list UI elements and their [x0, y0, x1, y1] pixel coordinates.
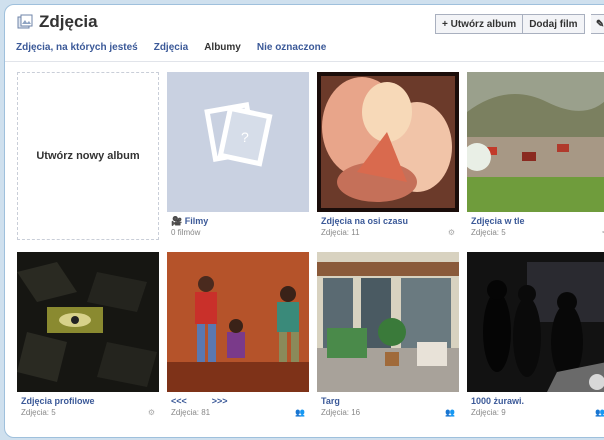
album-cover[interactable]: ?	[167, 72, 309, 212]
album-cover[interactable]	[167, 252, 309, 392]
album-cover[interactable]	[17, 252, 159, 392]
album-title[interactable]: Zdjęcia na osi czasu	[321, 216, 408, 226]
edit-icon[interactable]: ✎	[590, 14, 604, 34]
friends-icon: 👥	[595, 408, 604, 417]
album-cover[interactable]	[467, 72, 604, 212]
photos-header: Zdjęcia + Utwórz album Dodaj film ✎ Zdję…	[5, 5, 604, 65]
album-photo	[17, 262, 157, 387]
video-icon: 🎥	[171, 216, 185, 226]
album-title[interactable]: Zdjęcia profilowe	[21, 396, 95, 406]
album-tile-timeline[interactable]: Zdjęcia na osi czasu Zdjęcia: 11 ⚙	[317, 72, 459, 237]
add-video-button[interactable]: Dodaj film	[523, 14, 585, 34]
tab-untagged[interactable]: Nie oznaczone	[257, 42, 326, 53]
album-count: Zdjęcia: 5	[21, 408, 56, 417]
album-count: Zdjęcia: 81	[171, 408, 211, 417]
album-tile-profile[interactable]: Zdjęcia profilowe Zdjęcia: 5 ⚙	[17, 252, 159, 417]
tab-tagged[interactable]: Zdjęcia, na których jesteś	[16, 42, 138, 53]
privacy-icon: ◔	[600, 228, 604, 237]
album-title[interactable]: Zdjęcia w tle	[471, 216, 525, 226]
album-tile-market[interactable]: Targ Zdjęcia: 16 👥	[317, 252, 459, 417]
privacy-icon: ⚙	[147, 408, 155, 417]
svg-text:?: ?	[241, 129, 249, 145]
album-tile-arrows[interactable]: <<< >>> Zdjęcia: 81 👥	[167, 252, 309, 417]
album-tile-cranes[interactable]: 1000 żurawi. Zdjęcia: 9 👥	[467, 252, 604, 417]
album-photo	[317, 252, 459, 392]
album-cover[interactable]	[317, 72, 459, 212]
photos-panel: Zdjęcia + Utwórz album Dodaj film ✎ Zdję…	[4, 4, 604, 438]
friends-icon: 👥	[295, 408, 305, 417]
album-tile-cover[interactable]: Zdjęcia w tle Zdjęcia: 5 ◔	[467, 72, 604, 237]
create-album-label: Utwórz nowy album	[36, 150, 140, 162]
album-count: Zdjęcia: 11	[321, 228, 360, 237]
album-count: Zdjęcia: 16	[321, 408, 361, 417]
friends-icon: 👥	[445, 408, 455, 417]
privacy-icon: ⚙	[447, 228, 455, 237]
album-title[interactable]: 1000 żurawi.	[471, 396, 524, 406]
divider	[5, 61, 604, 62]
album-title[interactable]: <<< >>>	[171, 396, 228, 406]
album-grid: Utwórz nowy album ? 🎥 Filmy 0 filmów Zdj…	[17, 72, 604, 432]
album-title[interactable]: 🎥 Filmy	[171, 216, 208, 227]
album-cover[interactable]	[317, 252, 459, 392]
photos-icon	[17, 14, 33, 29]
tab-albums[interactable]: Albumy	[204, 42, 241, 53]
album-tile-videos[interactable]: ? 🎥 Filmy 0 filmów	[167, 72, 309, 237]
album-count: Zdjęcia: 5	[471, 228, 506, 237]
album-photo	[321, 76, 455, 208]
album-photo	[483, 262, 604, 392]
album-count: 0 filmów	[171, 228, 201, 237]
page-title: Zdjęcia	[39, 12, 98, 31]
album-photo	[467, 72, 604, 212]
photo-tabs: Zdjęcia, na których jesteś Zdjęcia Album…	[16, 42, 342, 53]
album-title[interactable]: Targ	[321, 396, 340, 406]
tab-photos[interactable]: Zdjęcia	[154, 42, 188, 53]
album-count: Zdjęcia: 9	[471, 408, 506, 417]
placeholder-photo-icon: ?	[204, 101, 273, 167]
create-album-button[interactable]: + Utwórz album	[435, 14, 524, 34]
album-photo	[167, 252, 309, 392]
create-album-tile[interactable]: Utwórz nowy album	[17, 72, 159, 240]
album-cover[interactable]	[467, 252, 604, 392]
